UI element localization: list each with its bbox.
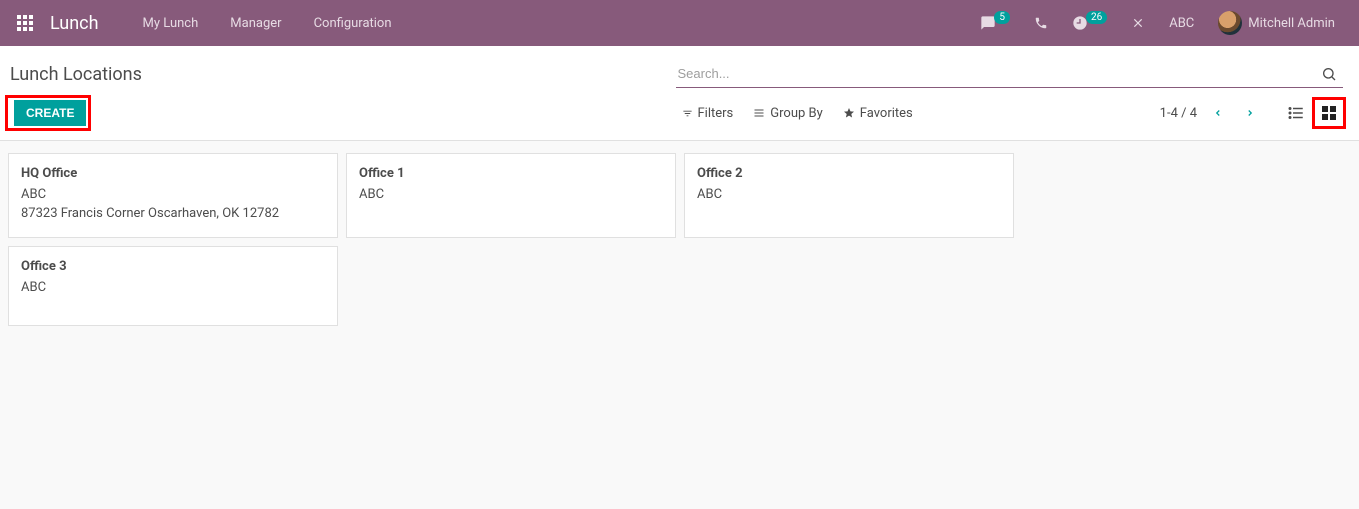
filters-dropdown[interactable]: Filters — [682, 106, 734, 121]
filters-label: Filters — [698, 106, 734, 121]
kanban-icon — [1321, 105, 1337, 121]
tools-menu[interactable] — [1131, 16, 1145, 30]
pager-next[interactable] — [1239, 102, 1261, 124]
phone-menu[interactable] — [1034, 16, 1048, 30]
navbar: Lunch My Lunch Manager Configuration 5 2… — [0, 0, 1359, 46]
nav-manager[interactable]: Manager — [218, 16, 293, 31]
view-list-button[interactable] — [1283, 101, 1309, 125]
pager-prev[interactable] — [1207, 102, 1229, 124]
filter-icon — [682, 108, 693, 119]
search-icon[interactable] — [1315, 64, 1343, 84]
messages-badge: 5 — [994, 11, 1010, 24]
star-icon — [843, 107, 855, 119]
card-title: HQ Office — [21, 166, 325, 181]
kanban-card[interactable]: Office 1 ABC — [346, 153, 676, 238]
company-switcher[interactable]: ABC — [1169, 16, 1194, 31]
user-menu[interactable]: Mitchell Admin — [1218, 11, 1335, 35]
card-company: ABC — [697, 187, 1001, 202]
card-title: Office 3 — [21, 259, 325, 274]
phone-icon — [1034, 16, 1048, 30]
kanban-view: HQ Office ABC 87323 Francis Corner Oscar… — [0, 141, 1359, 338]
kanban-card[interactable]: Office 3 ABC — [8, 246, 338, 326]
list-icon — [1287, 104, 1305, 122]
create-button[interactable]: Create — [14, 100, 86, 126]
card-title: Office 2 — [697, 166, 1001, 181]
favorites-label: Favorites — [860, 106, 913, 121]
messaging-menu[interactable]: 5 — [980, 15, 1010, 31]
activity-menu[interactable]: 26 — [1072, 15, 1107, 31]
brand-title[interactable]: Lunch — [50, 13, 99, 34]
apps-icon[interactable] — [16, 14, 34, 32]
nav-configuration[interactable]: Configuration — [302, 16, 404, 31]
close-icon — [1131, 16, 1145, 30]
page-title: Lunch Locations — [10, 64, 142, 85]
view-kanban-button[interactable] — [1315, 100, 1343, 126]
control-panel: Lunch Locations Create Filte — [0, 46, 1359, 141]
search-container — [676, 60, 1344, 88]
card-company: ABC — [21, 187, 325, 202]
card-address: 87323 Francis Corner Oscarhaven, OK 1278… — [21, 206, 325, 221]
pager-text[interactable]: 1-4 / 4 — [1160, 106, 1197, 121]
group-by-icon — [753, 107, 765, 119]
favorites-dropdown[interactable]: Favorites — [843, 106, 913, 121]
kanban-card[interactable]: HQ Office ABC 87323 Francis Corner Oscar… — [8, 153, 338, 238]
search-input[interactable] — [676, 62, 1316, 85]
kanban-card[interactable]: Office 2 ABC — [684, 153, 1014, 238]
nav-my-lunch[interactable]: My Lunch — [131, 16, 211, 31]
card-company: ABC — [21, 280, 325, 295]
card-title: Office 1 — [359, 166, 663, 181]
group-by-dropdown[interactable]: Group By — [753, 106, 823, 121]
user-name: Mitchell Admin — [1248, 16, 1335, 31]
activity-badge: 26 — [1086, 11, 1107, 24]
avatar — [1218, 11, 1242, 35]
group-by-label: Group By — [770, 106, 823, 121]
card-company: ABC — [359, 187, 663, 202]
